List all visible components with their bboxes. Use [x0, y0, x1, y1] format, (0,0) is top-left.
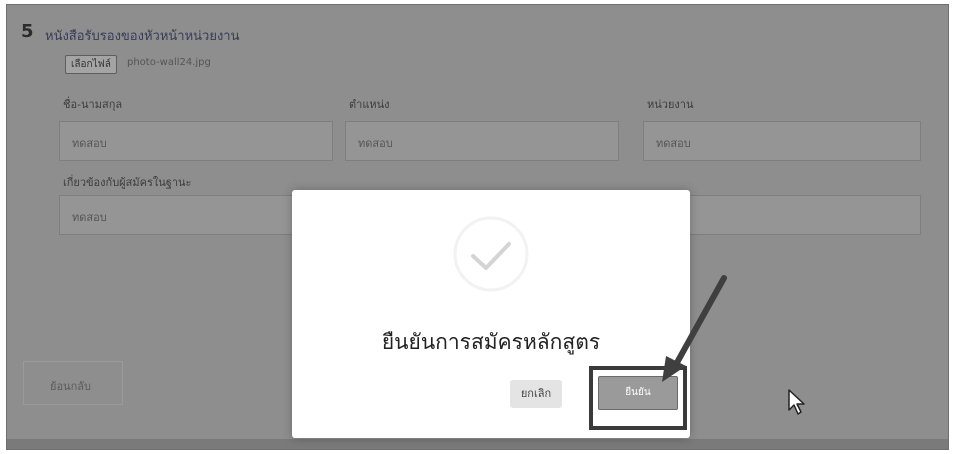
choose-file-button[interactable]: เลือกไฟล์	[65, 55, 117, 74]
section-title: หนังสือรับรองของหัวหน้าหน่วยงาน	[45, 29, 240, 44]
cancel-button[interactable]: ยกเลิก	[510, 380, 562, 408]
name-field[interactable]: ทดสอบ	[59, 121, 333, 161]
page-bottom-bar	[7, 439, 948, 449]
dialog-title: ยืนยันการสมัครหลักสูตร	[381, 330, 601, 354]
confirm-dialog: ยืนยันการสมัครหลักสูตร ยกเลิก ยืนยัน	[292, 190, 690, 438]
relation-label: เกี่ยวข้องกับผู้สมัครในฐานะ	[63, 176, 192, 189]
position-field[interactable]: ทดสอบ	[345, 121, 619, 161]
unit-label: หน่วยงาน	[647, 98, 694, 111]
section-number: 5	[21, 21, 34, 42]
name-label: ชื่อ-นามสกุล	[63, 98, 123, 111]
unit-field[interactable]: ทดสอบ	[643, 121, 921, 161]
selected-file-name: photo-wall24.jpg	[127, 57, 211, 68]
back-button[interactable]: ย้อนกลับ	[23, 361, 123, 405]
annotation-arrow-icon	[662, 275, 727, 382]
position-label: ตำแหน่ง	[349, 98, 390, 111]
checkmark-icon	[453, 216, 529, 292]
mouse-cursor-icon	[788, 389, 805, 415]
